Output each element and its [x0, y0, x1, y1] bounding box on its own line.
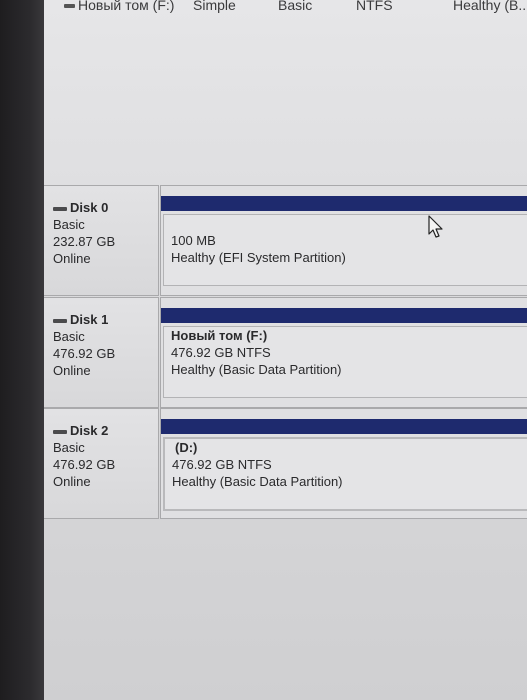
- disk-state: Online: [53, 363, 91, 378]
- partition-status: Healthy (Basic Data Partition): [171, 362, 342, 377]
- volume-icon: [64, 4, 75, 9]
- disk-title: Disk 1: [70, 312, 109, 327]
- volume-file-system: NTFS: [356, 0, 393, 13]
- mouse-cursor-icon: [428, 215, 443, 238]
- disk-info-0[interactable]: Disk 0 Basic 232.87 GB Online: [44, 185, 159, 296]
- disk-row-0: Disk 0 Basic 232.87 GB Online 100 MB Hea…: [44, 185, 527, 296]
- partition-size: 476.92 GB NTFS: [171, 345, 271, 360]
- disk-row-2: Disk 2 Basic 476.92 GB Online (D:) 476.9…: [44, 408, 527, 519]
- disk-row-1: Disk 1 Basic 476.92 GB Online Новый том …: [44, 297, 527, 408]
- partition-name: (D:): [175, 440, 198, 455]
- partition-status: Healthy (EFI System Partition): [171, 250, 346, 265]
- partition-header-bar: [161, 419, 527, 434]
- disk-info-1[interactable]: Disk 1 Basic 476.92 GB Online: [44, 297, 159, 408]
- partition-box[interactable]: 100 MB Healthy (EFI System Partition): [163, 214, 527, 286]
- partition-header-bar: [161, 308, 527, 323]
- disk-drive-icon: [53, 318, 67, 323]
- disk-info-2[interactable]: Disk 2 Basic 476.92 GB Online: [44, 408, 159, 519]
- disk-type: Basic: [53, 329, 85, 344]
- partition-name: Новый том (F:): [171, 328, 268, 343]
- partition-box[interactable]: Новый том (F:) 476.92 GB NTFS Healthy (B…: [163, 326, 527, 398]
- disk-title: Disk 0: [70, 200, 109, 215]
- volume-type: Basic: [278, 0, 313, 13]
- partition-size: 476.92 GB NTFS: [172, 457, 272, 472]
- disk-state: Online: [53, 251, 91, 266]
- disk-drive-icon: [53, 429, 67, 434]
- volume-list-row[interactable]: Новый том (F:) Simple Basic NTFS Healthy…: [44, 0, 527, 16]
- partition-2[interactable]: (D:) 476.92 GB NTFS Healthy (Basic Data …: [160, 408, 527, 519]
- disk-title: Disk 2: [70, 423, 109, 438]
- partition-size: 100 MB: [171, 233, 216, 248]
- disk-size: 476.92 GB: [53, 457, 116, 472]
- volume-status: Healthy (B...: [453, 0, 527, 13]
- partition-1[interactable]: Новый том (F:) 476.92 GB NTFS Healthy (B…: [160, 297, 527, 408]
- volume-name-cell[interactable]: Новый том (F:): [64, 0, 174, 13]
- partition-0[interactable]: 100 MB Healthy (EFI System Partition): [160, 185, 527, 296]
- disk-size: 232.87 GB: [53, 234, 116, 249]
- partition-status: Healthy (Basic Data Partition): [172, 474, 343, 489]
- disk-type: Basic: [53, 217, 85, 232]
- disk-drive-icon: [53, 206, 67, 211]
- monitor-bezel: [0, 0, 44, 700]
- volume-layout: Simple: [193, 0, 236, 13]
- partition-box[interactable]: (D:) 476.92 GB NTFS Healthy (Basic Data …: [163, 437, 527, 511]
- disk-type: Basic: [53, 440, 85, 455]
- partition-header-bar: [161, 196, 527, 211]
- disk-management-window: Новый том (F:) Simple Basic NTFS Healthy…: [44, 0, 527, 700]
- disk-state: Online: [53, 474, 91, 489]
- disk-size: 476.92 GB: [53, 346, 116, 361]
- volume-name: Новый том (F:): [78, 0, 175, 13]
- partition-name: [164, 215, 527, 232]
